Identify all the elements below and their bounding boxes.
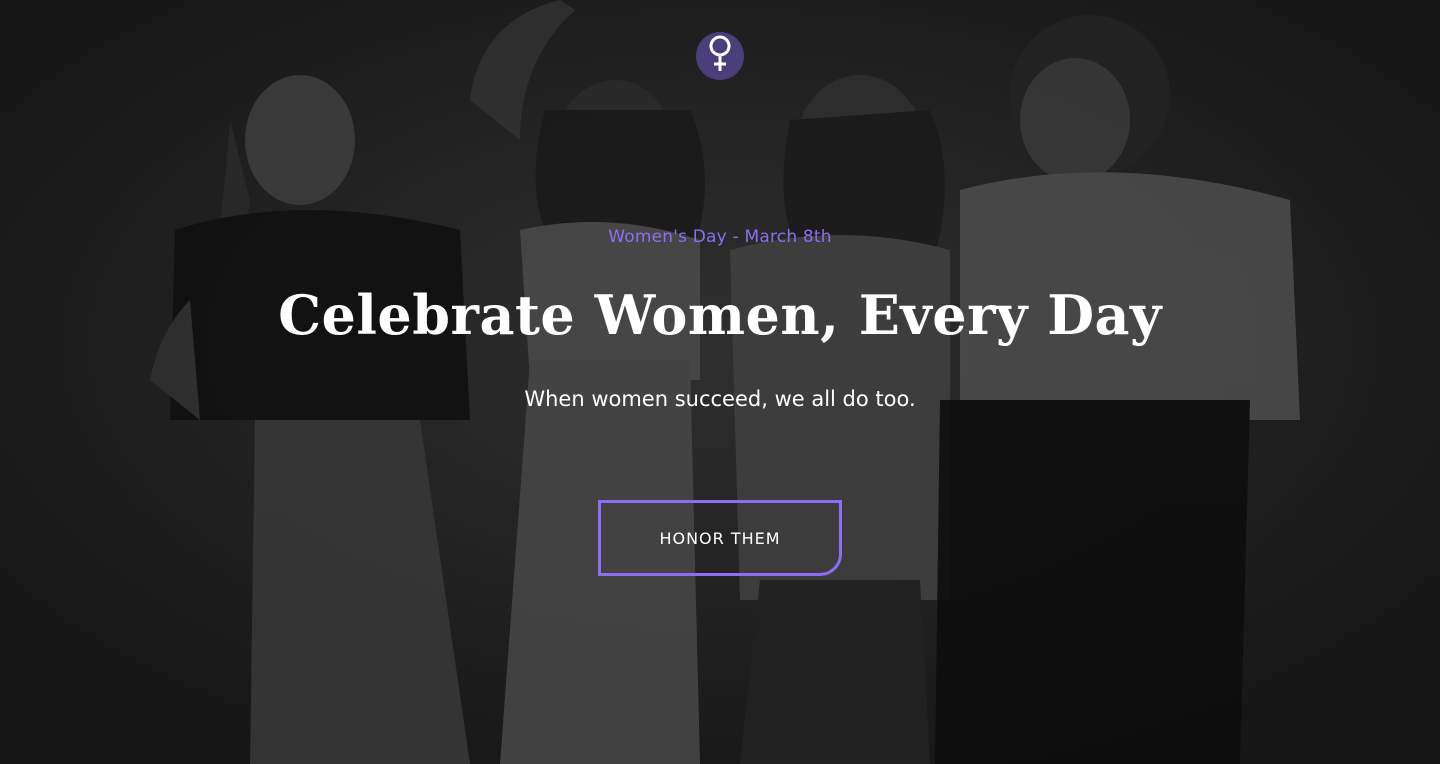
dark-overlay <box>0 0 1440 764</box>
subtitle: When women succeed, we all do too. <box>524 387 916 411</box>
honor-them-button[interactable]: HONOR THEM <box>598 500 842 576</box>
hero-section: Women's Day - March 8th Celebrate Women,… <box>0 0 1440 764</box>
female-symbol-icon <box>705 34 735 78</box>
event-date-label: Women's Day - March 8th <box>608 227 832 247</box>
logo[interactable] <box>696 32 744 80</box>
page-title: Celebrate Women, Every Day <box>278 283 1162 347</box>
